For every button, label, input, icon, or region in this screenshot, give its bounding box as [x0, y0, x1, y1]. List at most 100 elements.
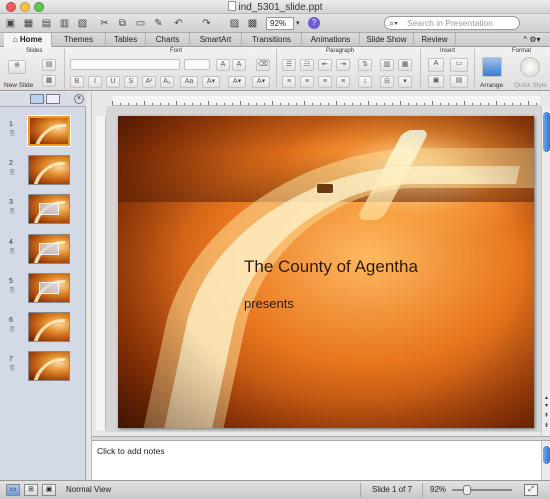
scroll-down-icon[interactable]: ▾ — [543, 402, 550, 410]
text-direction-icon[interactable]: ⇅ — [358, 59, 372, 71]
zoom-dropdown-icon[interactable]: ▾ — [296, 17, 306, 30]
slide-thumbnail-row[interactable]: 4 ⎘ — [0, 233, 86, 269]
slide-1[interactable]: The County of Agentha presents — [118, 116, 534, 428]
slide-thumbnail[interactable] — [28, 273, 70, 303]
justify-icon[interactable]: ≡ — [336, 76, 350, 88]
notes-scrollbar[interactable] — [541, 441, 550, 480]
tab-charts[interactable]: Charts — [146, 33, 190, 47]
insert-more-icon[interactable]: ▤ — [450, 75, 468, 88]
font-name-field[interactable] — [70, 59, 180, 70]
subscript-button[interactable]: A₂ — [160, 76, 174, 88]
align-center-icon[interactable]: ≡ — [300, 76, 314, 88]
cut-icon[interactable]: ✂ — [98, 17, 111, 30]
slide-thumbnail-row[interactable]: 1 ⎘ — [0, 115, 86, 151]
slide-thumbnail[interactable] — [28, 351, 70, 381]
slide-thumbnail[interactable] — [28, 116, 70, 146]
normal-view-icon[interactable]: ▭ — [6, 484, 20, 496]
redo-icon[interactable]: ↷ — [200, 17, 213, 30]
previous-slide-icon[interactable]: ⇞ — [543, 412, 550, 420]
slide-thumbnail[interactable] — [28, 312, 70, 342]
slide-thumbnail-row[interactable]: 2 ⎘ — [0, 154, 86, 190]
help-icon[interactable]: ? — [308, 17, 320, 29]
text-effects-icon[interactable]: A▾ — [252, 76, 270, 88]
tab-smartart[interactable]: SmartArt — [190, 33, 242, 47]
media-icon[interactable]: ▩ — [246, 17, 259, 30]
slide-thumbnail-row[interactable]: 3 ⎘ — [0, 193, 86, 229]
slide-subtitle[interactable]: presents — [244, 296, 294, 311]
close-panel-icon[interactable]: × — [74, 94, 84, 104]
shape-icon[interactable]: ▭ — [450, 58, 468, 72]
new-slide-icon[interactable]: ⊕ — [8, 60, 26, 74]
horizontal-ruler[interactable] — [112, 96, 540, 106]
picture-icon[interactable]: ▣ — [428, 75, 444, 88]
italic-button[interactable]: I — [88, 76, 102, 88]
layout-icon[interactable]: ▤ — [42, 59, 56, 71]
notes-placeholder[interactable]: Click to add notes — [97, 446, 165, 456]
ribbon-options-icon[interactable]: ^ ⚙▾ — [514, 33, 550, 47]
quick-styles-button[interactable]: Quick Style — [514, 82, 547, 89]
panel-splitter[interactable] — [86, 92, 92, 480]
notes-scroll-thumb[interactable] — [543, 446, 550, 464]
paste-icon[interactable]: ▭ — [134, 17, 147, 30]
new-presentation-icon[interactable]: ▣ — [4, 17, 17, 30]
shrink-font-icon[interactable]: A — [232, 59, 246, 71]
paragraph-more-icon[interactable]: ▾ — [398, 76, 412, 88]
print-icon[interactable]: ▧ — [76, 17, 89, 30]
undo-icon[interactable]: ↶ — [172, 17, 185, 30]
zoom-field[interactable]: 92% — [266, 17, 294, 30]
tab-transitions[interactable]: Transitions — [242, 33, 302, 47]
format-painter-icon[interactable]: ✎ — [152, 17, 165, 30]
align-left-icon[interactable]: ≡ — [282, 76, 296, 88]
tab-home[interactable]: ⌂ Home — [4, 33, 52, 47]
arrange-icon[interactable] — [482, 57, 502, 77]
numbering-icon[interactable]: ☷ — [300, 59, 314, 71]
strikethrough-button[interactable]: S — [124, 76, 138, 88]
slides-tab-icon[interactable] — [30, 94, 44, 104]
search-field[interactable]: ⌕▾ Search in Presentation — [384, 16, 520, 30]
slide-thumbnail-row[interactable]: 6 ⎘ — [0, 311, 86, 347]
quick-styles-icon[interactable] — [520, 57, 540, 77]
section-icon[interactable]: ▦ — [42, 75, 56, 87]
decrease-indent-icon[interactable]: ⇤ — [318, 59, 332, 71]
next-slide-icon[interactable]: ⇟ — [543, 422, 550, 430]
copy-icon[interactable]: ⧉ — [116, 17, 129, 30]
slideshow-icon[interactable]: ▣ — [42, 484, 56, 496]
increase-indent-icon[interactable]: ⇥ — [336, 59, 350, 71]
bullets-icon[interactable]: ☰ — [282, 59, 296, 71]
tab-animations[interactable]: Animations — [302, 33, 360, 47]
scroll-up-icon[interactable]: ▴ — [543, 394, 550, 402]
text-box-icon[interactable]: A — [428, 58, 444, 72]
open-icon[interactable]: ▤ — [40, 17, 53, 30]
font-color-icon[interactable]: A▾ — [228, 76, 246, 88]
notes-pane[interactable]: Click to add notes — [92, 441, 541, 480]
align-right-icon[interactable]: ≡ — [318, 76, 332, 88]
slide-title[interactable]: The County of Agentha — [244, 257, 418, 277]
tab-slide-show[interactable]: Slide Show — [360, 33, 414, 47]
slide-thumbnail[interactable] — [28, 194, 70, 224]
smartart-convert-icon[interactable]: ▦ — [398, 59, 412, 71]
arrange-button[interactable]: Arrange — [480, 82, 503, 89]
superscript-button[interactable]: A² — [142, 76, 156, 88]
save-icon[interactable]: ▥ — [58, 17, 71, 30]
scroll-thumb[interactable] — [543, 112, 550, 152]
templates-icon[interactable]: ▦ — [22, 17, 35, 30]
highlight-icon[interactable]: A▾ — [202, 76, 220, 88]
clear-format-icon[interactable]: ⌫ — [256, 59, 270, 71]
font-size-field[interactable] — [184, 59, 210, 70]
vertical-scrollbar[interactable]: ▴ ▾ ⇞ ⇟ — [541, 106, 550, 436]
line-spacing-icon[interactable]: ↕ — [358, 76, 372, 88]
slide-thumbnail[interactable] — [28, 234, 70, 264]
slide-thumbnail-row[interactable]: 7 ⎘ — [0, 350, 86, 386]
bold-button[interactable]: B — [70, 76, 84, 88]
outline-tab-icon[interactable] — [46, 94, 60, 104]
change-case-icon[interactable]: Aa — [180, 76, 198, 88]
toolbox-icon[interactable]: ▨ — [228, 17, 241, 30]
tab-themes[interactable]: Themes — [52, 33, 106, 47]
slide-thumbnail[interactable] — [28, 155, 70, 185]
tab-review[interactable]: Review — [414, 33, 456, 47]
zoom-slider[interactable] — [452, 489, 512, 491]
align-text-icon[interactable]: ⊟ — [380, 76, 394, 88]
columns-icon[interactable]: ▥ — [380, 59, 394, 71]
vertical-ruler[interactable] — [96, 116, 106, 430]
grow-font-icon[interactable]: A — [216, 59, 230, 71]
